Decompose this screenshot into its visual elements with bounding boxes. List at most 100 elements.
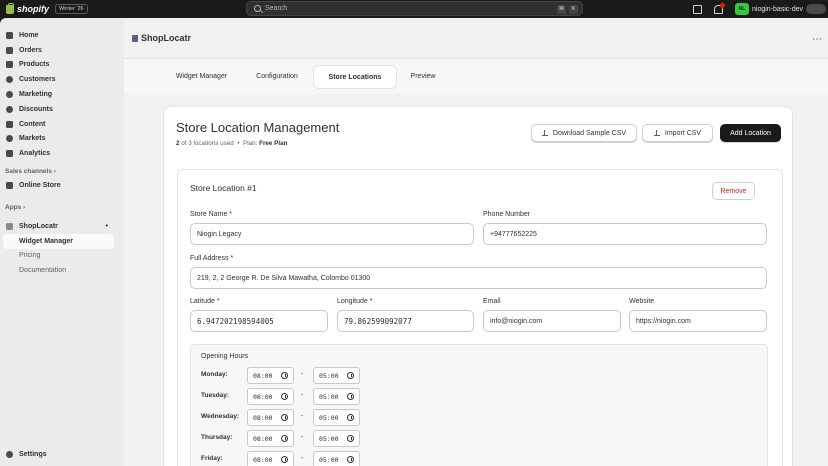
sidebar-item-widget-manager[interactable]: Widget Manager bbox=[3, 233, 114, 249]
time-separator: - bbox=[301, 392, 304, 399]
sidebar-item-customers[interactable]: Customers bbox=[0, 72, 124, 87]
shopify-logo[interactable]: shopify bbox=[6, 2, 49, 14]
time-value: 08:00 bbox=[253, 413, 273, 422]
tab-widget-manager[interactable]: Widget Manager bbox=[165, 65, 238, 89]
website-label: Website bbox=[629, 298, 655, 305]
time-value: 05:00 bbox=[319, 434, 339, 443]
email-label: Email bbox=[483, 298, 501, 305]
phone-field[interactable]: +94777652225 bbox=[483, 223, 767, 245]
sidebar-item-label: Discounts bbox=[19, 105, 53, 113]
time-value: 05:00 bbox=[319, 371, 339, 380]
bell-icon[interactable] bbox=[714, 2, 726, 14]
remove-button[interactable]: Remove bbox=[712, 182, 755, 200]
download-icon bbox=[541, 130, 548, 136]
search-icon bbox=[254, 5, 261, 12]
apps-label: Apps bbox=[5, 204, 22, 212]
main-content: ShopLocatr ⋯ Widget Manager Configuratio… bbox=[124, 18, 828, 466]
latitude-label: Latitude * bbox=[190, 298, 220, 305]
sidebar-item-products[interactable]: Products bbox=[0, 58, 124, 73]
download-sample-csv-button[interactable]: Download Sample CSV bbox=[531, 124, 637, 142]
tab-preview[interactable]: Preview bbox=[405, 65, 441, 89]
sidebar-item-shoplocatr[interactable]: ShopLocatr • bbox=[0, 219, 124, 234]
avatar[interactable]: NL bbox=[735, 3, 750, 15]
app-entry: ShopLocatr bbox=[6, 222, 58, 230]
close-time-friday[interactable]: 05:00 bbox=[313, 451, 360, 466]
longitude-field[interactable]: 79.862599092077 bbox=[337, 310, 474, 332]
clock-icon bbox=[281, 372, 288, 379]
globe-icon bbox=[6, 135, 13, 143]
opening-hours-title: Opening Hours bbox=[201, 353, 249, 360]
apps-heading[interactable]: Apps › bbox=[0, 201, 124, 215]
close-time-tuesday[interactable]: 05:00 bbox=[313, 388, 360, 405]
sidebar-item-label: Markets bbox=[19, 135, 46, 143]
sidebar-item-content[interactable]: Content bbox=[0, 117, 124, 132]
button-label: Import CSV bbox=[664, 129, 702, 137]
pin-icon[interactable]: • bbox=[106, 223, 108, 230]
page-title: Store Location Management bbox=[176, 120, 340, 135]
phone-label: Phone Number bbox=[483, 211, 531, 218]
clock-icon bbox=[347, 414, 354, 421]
time-value: 08:00 bbox=[253, 455, 273, 464]
settings-area: Settings bbox=[0, 447, 124, 462]
app-icon bbox=[132, 34, 138, 42]
sidebar-item-marketing[interactable]: Marketing bbox=[0, 87, 124, 102]
store-icon[interactable] bbox=[693, 4, 703, 14]
location-title: Store Location #1 bbox=[190, 183, 257, 193]
time-value: 05:00 bbox=[319, 392, 339, 401]
close-time-wednesday[interactable]: 05:00 bbox=[313, 409, 360, 426]
tab-configuration[interactable]: Configuration bbox=[246, 65, 308, 89]
import-csv-button[interactable]: Import CSV bbox=[642, 124, 713, 142]
sidebar-item-label: Analytics bbox=[19, 150, 51, 158]
sidebar-item-home[interactable]: Home bbox=[0, 28, 124, 43]
time-value: 05:00 bbox=[319, 413, 339, 422]
time-value: 08:00 bbox=[253, 371, 273, 380]
location-form: Store Location #1 Remove Store Name * Ni… bbox=[177, 169, 783, 466]
clock-icon bbox=[281, 414, 288, 421]
open-time-friday[interactable]: 08:00 bbox=[247, 451, 294, 466]
content-icon bbox=[6, 120, 13, 128]
sidebar-item-orders[interactable]: Orders bbox=[0, 43, 124, 58]
sidebar-item-online-store[interactable]: Online Store bbox=[0, 178, 124, 193]
open-time-thursday[interactable]: 08:00 bbox=[247, 430, 294, 447]
time-separator: - bbox=[301, 434, 304, 441]
top-actions: NL niogin-basic-dev bbox=[693, 0, 828, 18]
open-time-wednesday[interactable]: 08:00 bbox=[247, 409, 294, 426]
more-options-icon[interactable]: ⋯ bbox=[812, 34, 822, 45]
shopify-bag-icon bbox=[6, 2, 14, 14]
sidebar-item-markets[interactable]: Markets bbox=[0, 132, 124, 147]
day-label-friday: Friday: bbox=[201, 455, 223, 462]
address-field[interactable]: 219, 2, 2 George R. De Silva Mawatha, Co… bbox=[190, 267, 767, 289]
app-icon bbox=[6, 222, 13, 230]
orders-icon bbox=[6, 46, 13, 54]
latitude-field[interactable]: 6.947202198594005 bbox=[190, 310, 328, 332]
sidebar-item-label: Settings bbox=[19, 451, 47, 459]
app-title: ShopLocatr bbox=[141, 33, 192, 43]
sidebar-item-analytics[interactable]: Analytics bbox=[0, 146, 124, 161]
app-header: ShopLocatr bbox=[124, 18, 828, 58]
discount-icon bbox=[6, 105, 13, 113]
opening-hours: Opening Hours Monday: 08:00 - 05:00 Tues… bbox=[190, 344, 768, 466]
usage-text: of 3 locations used bbox=[181, 140, 234, 147]
sales-channels-heading[interactable]: Sales channels › bbox=[0, 164, 124, 178]
sidebar-item-label: Online Store bbox=[19, 182, 61, 190]
website-field[interactable]: https://niogin.com bbox=[629, 310, 767, 332]
search-bar[interactable]: Search ⌘ K bbox=[246, 1, 583, 16]
add-location-button[interactable]: Add Location bbox=[720, 124, 781, 142]
edition-badge: Winter '26 bbox=[55, 4, 88, 14]
shop-name[interactable]: niogin-basic-dev bbox=[752, 6, 803, 13]
store-name-field[interactable]: Niogin Legacy bbox=[190, 223, 474, 245]
sidebar-item-settings[interactable]: Settings bbox=[0, 447, 124, 462]
tab-store-locations[interactable]: Store Locations bbox=[313, 65, 397, 89]
sidebar-item-discounts[interactable]: Discounts bbox=[0, 102, 124, 117]
sidebar-item-label: ShopLocatr bbox=[19, 222, 58, 230]
sidebar-item-pricing[interactable]: Pricing bbox=[0, 249, 124, 264]
open-time-monday[interactable]: 08:00 bbox=[247, 367, 294, 384]
close-time-thursday[interactable]: 05:00 bbox=[313, 430, 360, 447]
open-time-tuesday[interactable]: 08:00 bbox=[247, 388, 294, 405]
account-toggle[interactable] bbox=[806, 4, 826, 14]
time-value: 05:00 bbox=[319, 455, 339, 464]
time-separator: - bbox=[301, 371, 304, 378]
email-field[interactable]: info@niogin.com bbox=[483, 310, 621, 332]
close-time-monday[interactable]: 05:00 bbox=[313, 367, 360, 384]
sidebar-item-documentation[interactable]: Documentation bbox=[0, 263, 124, 278]
